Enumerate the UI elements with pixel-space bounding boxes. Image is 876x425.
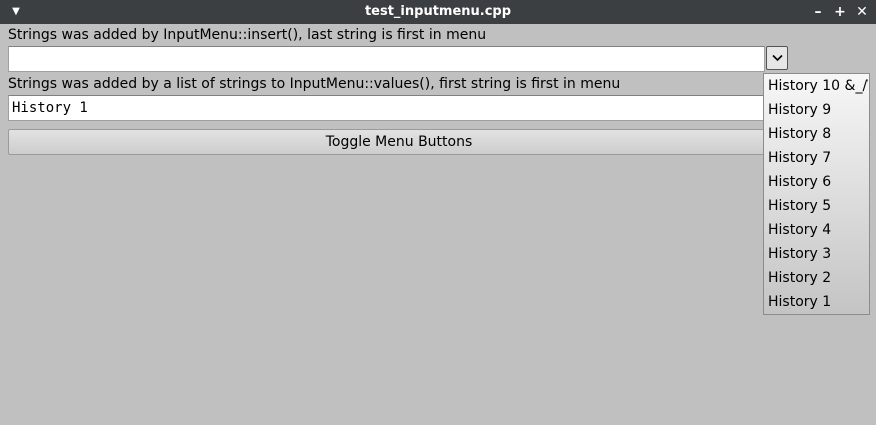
menu-item-history-7[interactable]: History 7: [768, 146, 868, 170]
insert-description-label: Strings was added by InputMenu::insert()…: [8, 27, 487, 43]
insert-menu-dropdown-button[interactable]: [766, 46, 788, 70]
history-popup-menu: History 10 &_/\ History 9 History 8 Hist…: [763, 73, 870, 315]
close-button[interactable]: ✕: [854, 4, 870, 20]
insert-menu-input[interactable]: [8, 46, 765, 72]
menu-item-history-1[interactable]: History 1: [768, 290, 868, 314]
menu-item-history-5[interactable]: History 5: [768, 194, 868, 218]
values-menu-input[interactable]: History 1: [8, 95, 790, 121]
window-titlebar: ▼ test_inputmenu.cpp – + ✕: [0, 0, 876, 24]
window-title: test_inputmenu.cpp: [364, 4, 512, 19]
minimize-button[interactable]: –: [810, 4, 826, 20]
chevron-down-icon: [772, 54, 783, 62]
menu-item-history-6[interactable]: History 6: [768, 170, 868, 194]
values-description-label: Strings was added by a list of strings t…: [8, 76, 621, 92]
menu-item-history-8[interactable]: History 8: [768, 122, 868, 146]
menu-item-history-3[interactable]: History 3: [768, 242, 868, 266]
toggle-menu-buttons-button[interactable]: Toggle Menu Buttons: [8, 129, 790, 155]
menu-item-history-9[interactable]: History 9: [768, 98, 868, 122]
maximize-button[interactable]: +: [832, 4, 848, 20]
menu-item-history-4[interactable]: History 4: [768, 218, 868, 242]
menu-item-history-2[interactable]: History 2: [768, 266, 868, 290]
menu-item-history-10[interactable]: History 10 &_/\: [768, 74, 868, 98]
